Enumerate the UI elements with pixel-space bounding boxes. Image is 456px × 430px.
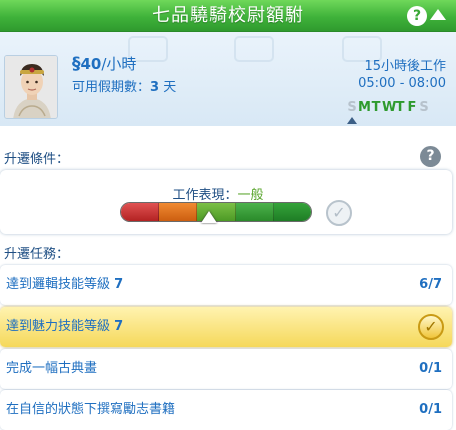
- task-progress: 0/1: [419, 361, 442, 376]
- meter-segment-1: [121, 203, 160, 221]
- completed-checkmark-icon: ✓: [418, 314, 444, 340]
- day-tuesday: T: [371, 100, 381, 115]
- vacation-unit: 天: [159, 80, 177, 95]
- salary-unit: /小時: [101, 55, 137, 73]
- career-header: 七品驍騎校尉額駙 ?: [0, 0, 456, 32]
- next-shift-countdown: 15小時後工作: [364, 55, 446, 74]
- promotion-requirements-heading: 升遷條件：: [4, 152, 70, 167]
- performance-label: 工作表現：一般: [0, 184, 436, 203]
- day-sunday: S: [347, 100, 357, 115]
- meter-segment-4: [235, 203, 274, 221]
- task-label: 達到邏輯技能等級 7: [6, 265, 123, 305]
- task-label: 達到魅力技能等級 7: [6, 307, 123, 347]
- day-thursday: T: [395, 100, 405, 115]
- performance-caption: 工作表現：: [172, 188, 238, 203]
- requirements-help-icon[interactable]: ?: [420, 146, 441, 167]
- help-icon[interactable]: ?: [407, 6, 427, 26]
- day-saturday: S: [419, 100, 429, 115]
- performance-requirement: 工作表現：一般 ✓: [0, 170, 452, 234]
- day-monday: M: [358, 100, 371, 115]
- task-text: 完成一幅古典畫: [6, 361, 98, 376]
- task-text: 在自信的狀態下撰寫勵志書籍: [6, 402, 176, 417]
- day-wednesday: W: [382, 100, 397, 115]
- vacation-value: 3: [150, 80, 160, 95]
- simoleon-icon: §: [72, 54, 81, 74]
- meter-segment-5: [273, 203, 311, 221]
- task-row-completed[interactable]: 達到魅力技能等級 7 ✓: [0, 307, 452, 347]
- task-progress: 6/7: [419, 277, 442, 292]
- vacation-label: 可用假期數：: [72, 80, 151, 95]
- meter-pointer-icon: [201, 211, 217, 223]
- task-row[interactable]: 達到邏輯技能等級 7 6/7: [0, 265, 452, 305]
- salary-amount: 40: [80, 55, 102, 73]
- task-progress: 0/1: [419, 402, 442, 417]
- task-label: 在自信的狀態下撰寫勵志書籍: [6, 390, 175, 430]
- task-level: 7: [114, 319, 124, 334]
- career-title: 七品驍騎校尉額駙: [152, 5, 304, 26]
- promotion-tasks-heading: 升遷任務：: [4, 247, 70, 262]
- collapse-triangle-icon[interactable]: [430, 9, 446, 20]
- meter-segment-2: [159, 203, 198, 221]
- task-row[interactable]: 完成一幅古典畫 0/1: [0, 349, 452, 389]
- task-text: 達到邏輯技能等級: [6, 277, 115, 292]
- task-text: 達到魅力技能等級: [6, 319, 115, 334]
- next-shift-text: 小時後工作: [380, 59, 446, 74]
- today-marker-icon: [347, 117, 357, 124]
- briefcase-icon: [234, 36, 274, 62]
- sim-portrait-avatar: [4, 55, 58, 119]
- checkmark-icon: ✓: [326, 200, 352, 226]
- work-days: SMT WT F S: [346, 100, 430, 115]
- task-label: 完成一幅古典畫: [6, 349, 97, 389]
- performance-value: 一般: [237, 188, 264, 203]
- vacation-days: 可用假期數：3 天: [72, 76, 176, 96]
- salary: §40/小時: [72, 53, 136, 75]
- task-row[interactable]: 在自信的狀態下撰寫勵志書籍 0/1: [0, 390, 452, 430]
- work-hours: 05:00 - 08:00: [358, 76, 446, 91]
- task-level: 7: [114, 277, 124, 292]
- day-friday: F: [407, 100, 417, 115]
- next-shift-hours: 15: [364, 59, 381, 74]
